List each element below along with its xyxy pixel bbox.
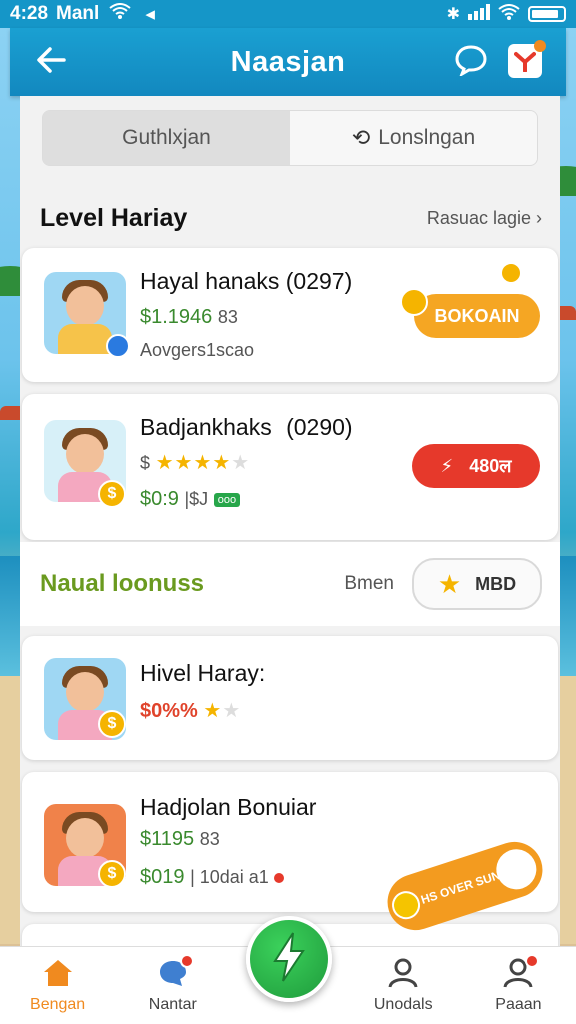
card-subtitle: Aovgers1scao bbox=[140, 340, 255, 360]
section-header-manual: Naual loonuss Bmen ★ MBD bbox=[20, 542, 560, 626]
manual-bonus-label: MBD bbox=[475, 573, 517, 594]
nav-label: Unodals bbox=[373, 996, 433, 1013]
card-price-secondary-suffix: | 10dai a1 bbox=[190, 867, 269, 887]
card-price-line: $1195 83 bbox=[140, 828, 220, 851]
nav-item-home[interactable]: Bengan bbox=[0, 947, 115, 1024]
center-action-button[interactable] bbox=[246, 916, 332, 1002]
section-title: Level Hariay bbox=[40, 203, 188, 232]
card-price-line: $0:9 |$J ooo bbox=[140, 488, 241, 511]
nav-label: Paaan bbox=[495, 996, 542, 1013]
manual-bonus-button[interactable]: ★ MBD bbox=[412, 558, 542, 610]
app-header: Naasjan bbox=[10, 28, 566, 96]
section-link[interactable]: Bmen bbox=[344, 573, 394, 595]
nav-item-profile[interactable]: Unodals bbox=[346, 947, 461, 1024]
signal-icon bbox=[468, 3, 490, 25]
dollar-coin-icon: $ bbox=[98, 480, 126, 508]
card-price-suffix: 83 bbox=[199, 829, 220, 849]
card-price-suffix: |$J bbox=[184, 489, 209, 509]
play-button[interactable]: ⚡ 480ल bbox=[412, 444, 540, 488]
notification-dot bbox=[534, 40, 546, 52]
card-price-suffix: 83 bbox=[217, 307, 238, 327]
bluetooth-icon: ✱ bbox=[446, 6, 460, 23]
main-content: Guthlxjan ⟲ Lonslngan Level Hariay Rasua… bbox=[20, 96, 560, 948]
gift-icon[interactable] bbox=[508, 40, 546, 78]
nav-item-account[interactable]: Paaan bbox=[461, 947, 576, 1024]
claim-button[interactable]: BOKOAIN bbox=[414, 294, 540, 338]
notification-dot bbox=[179, 954, 194, 968]
card-price-line: $0%% ★★ bbox=[140, 698, 241, 723]
chevron-right-icon: › bbox=[536, 207, 542, 228]
notification-dot bbox=[525, 954, 540, 968]
star-icon: ★ bbox=[437, 568, 462, 599]
card-price: $1.1946 bbox=[140, 306, 213, 328]
lightning-icon bbox=[267, 931, 311, 988]
user-icon bbox=[386, 958, 420, 988]
dollar-coin-icon: $ bbox=[98, 710, 126, 738]
status-time: 4:28 bbox=[10, 3, 49, 24]
card-tag: ooo bbox=[213, 492, 241, 507]
lightning-icon: ⚡ bbox=[440, 455, 454, 476]
offer-card[interactable]: $ Hivel Haray: $0%% ★★ bbox=[22, 636, 558, 760]
nav-label: Nantar bbox=[148, 996, 197, 1013]
card-title-code: (0290) bbox=[286, 414, 353, 440]
card-title: Badjankhaks (0290) bbox=[140, 414, 353, 441]
card-title-text: Badjankhaks bbox=[140, 414, 272, 440]
promo-icon bbox=[491, 844, 542, 895]
offer-card[interactable]: Hayal hanaks (0297) $1.1946 83 Aovgers1s… bbox=[22, 248, 558, 382]
play-button-label: 480ल bbox=[469, 456, 512, 476]
card-price: $0%% bbox=[140, 700, 198, 722]
segmented-control: Guthlxjan ⟲ Lonslngan bbox=[42, 110, 538, 166]
section-link-label: Rasuac lagie bbox=[426, 207, 531, 228]
star-rating-icon: ★★ bbox=[203, 700, 242, 722]
account-icon bbox=[501, 954, 540, 988]
rating-prefix: $ bbox=[140, 453, 151, 473]
home-icon bbox=[41, 958, 75, 988]
card-rating: $ ★★★★★ bbox=[140, 450, 250, 475]
segment-label: Guthlxjan bbox=[122, 126, 211, 149]
status-bar: 4:28 Manl ◂ ✱ bbox=[0, 0, 576, 28]
section-title: Naual loonuss bbox=[40, 570, 205, 597]
coin-icon bbox=[500, 262, 522, 284]
chat-icon bbox=[156, 954, 194, 988]
dollar-coin-icon: $ bbox=[98, 860, 126, 888]
nav-label: Bengan bbox=[30, 996, 86, 1013]
claim-button-label: BOKOAIN bbox=[434, 305, 520, 326]
wifi-icon bbox=[109, 3, 131, 25]
card-price: $1195 bbox=[140, 828, 195, 850]
card-price-secondary: $019 bbox=[140, 866, 185, 888]
card-title: Hayal hanaks (0297) bbox=[140, 268, 353, 294]
segment-tab-1[interactable]: Guthlxjan bbox=[43, 111, 290, 165]
navigation-icon: ◂ bbox=[145, 3, 155, 25]
page-title: Naasjan bbox=[230, 45, 346, 78]
star-rating-icon: ★★★★★ bbox=[155, 452, 251, 474]
section-link[interactable]: Rasuac lagie › bbox=[427, 208, 542, 229]
notification-dot bbox=[274, 872, 285, 883]
offer-card[interactable]: $ Badjankhaks (0290) $ ★★★★★ $0:9 |$J oo… bbox=[22, 394, 558, 540]
wifi-icon bbox=[498, 3, 520, 25]
battery-icon bbox=[528, 6, 566, 22]
back-arrow-icon[interactable] bbox=[36, 46, 66, 82]
segment-label: Lonslngan bbox=[378, 126, 476, 149]
card-price: $0:9 bbox=[140, 488, 179, 510]
section-header-level: Level Hariay Rasuac lagie › bbox=[20, 200, 560, 236]
link-icon: ⟲ bbox=[351, 125, 371, 150]
verified-badge-icon bbox=[106, 334, 130, 358]
segment-tab-2[interactable]: ⟲ Lonslngan bbox=[290, 111, 537, 165]
card-price-line: $1.1946 83 bbox=[140, 306, 238, 329]
coin-icon bbox=[400, 288, 428, 316]
card-title: Hivel Haray: bbox=[140, 660, 266, 686]
status-carrier: Manl bbox=[56, 3, 100, 24]
card-title: Hadjolan Bonuiar bbox=[140, 794, 317, 820]
card-price-line: $019 | 10dai a1 bbox=[140, 866, 285, 889]
chat-icon[interactable] bbox=[454, 44, 488, 78]
nav-item-chat[interactable]: Nantar bbox=[115, 947, 230, 1024]
